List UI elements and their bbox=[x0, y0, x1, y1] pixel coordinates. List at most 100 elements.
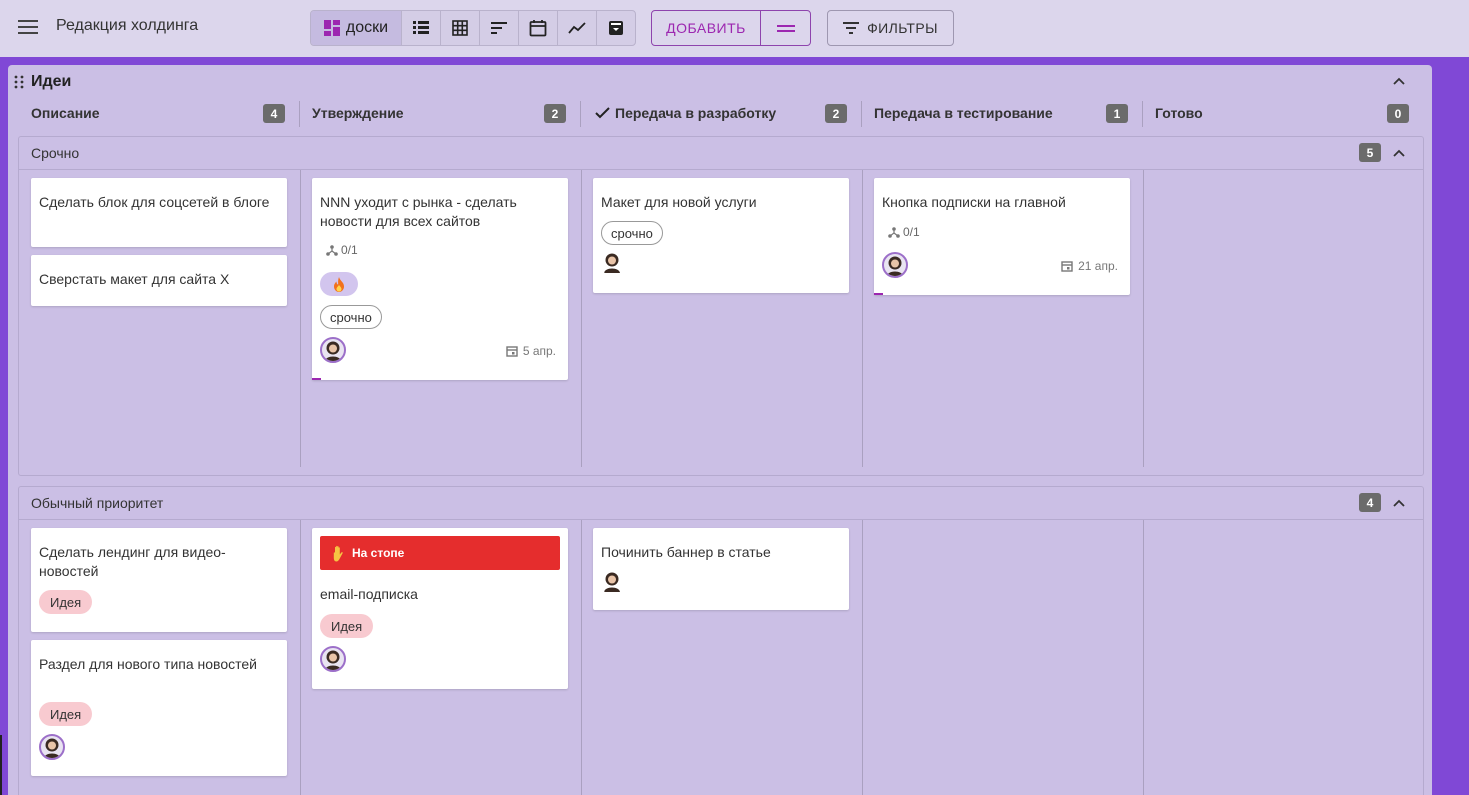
column-header-description[interactable]: Описание bbox=[31, 101, 100, 125]
column-divider bbox=[299, 101, 300, 127]
lane-count: 5 bbox=[1359, 143, 1381, 162]
card-title: NNN уходит с рынка - сделать новости для… bbox=[320, 194, 517, 229]
tag-idea[interactable]: Идея bbox=[320, 614, 374, 638]
avatar-icon bbox=[325, 341, 341, 361]
column-divider bbox=[861, 101, 862, 127]
card-title: Макет для новой услуги bbox=[601, 194, 757, 210]
lane-header[interactable]: Срочно 5 bbox=[19, 137, 1423, 170]
task-card[interactable]: Сделать лендинг для видео-новостей Идея bbox=[31, 528, 287, 632]
chevron-up-icon[interactable] bbox=[1391, 145, 1407, 161]
column-header-development[interactable]: Передача в разработку bbox=[595, 101, 776, 125]
column-count: 2 bbox=[544, 104, 566, 123]
chevron-up-icon[interactable] bbox=[1391, 73, 1407, 89]
assignee-avatar[interactable] bbox=[320, 337, 346, 363]
view-archive-button[interactable] bbox=[596, 11, 635, 45]
avatar-icon bbox=[887, 256, 903, 276]
column-divider bbox=[862, 520, 863, 795]
calendar-icon bbox=[506, 346, 518, 357]
board-header: Идеи bbox=[8, 65, 1432, 99]
due-date-text: 5 апр. bbox=[522, 344, 556, 358]
view-calendar-button[interactable] bbox=[518, 11, 557, 45]
avatar-icon bbox=[44, 738, 60, 758]
column-divider bbox=[300, 170, 301, 467]
card-title: Кнопка подписки на главной bbox=[882, 194, 1066, 210]
task-card[interactable]: Макет для новой услуги срочно bbox=[593, 178, 849, 293]
assignee-avatar[interactable] bbox=[601, 570, 627, 596]
task-card[interactable]: Кнопка подписки на главной 0/1 21 апр. bbox=[874, 178, 1130, 295]
swimlane-urgent: Срочно 5 Сделать блок для соцсетей в бло… bbox=[18, 136, 1424, 476]
view-list-button[interactable] bbox=[401, 11, 440, 45]
column-divider bbox=[862, 170, 863, 467]
column-header-done[interactable]: Готово bbox=[1155, 101, 1203, 125]
column-divider bbox=[1143, 170, 1144, 467]
table-icon bbox=[452, 20, 468, 36]
column-count: 2 bbox=[825, 104, 847, 123]
filter-icon bbox=[843, 22, 860, 34]
calendar-icon bbox=[1061, 261, 1073, 272]
subtask-counter[interactable]: 0/1 bbox=[888, 225, 920, 239]
view-table-button[interactable] bbox=[440, 11, 479, 45]
tag-urgent[interactable]: срочно bbox=[601, 221, 663, 245]
archive-icon bbox=[609, 21, 623, 35]
subtasks-icon bbox=[888, 227, 900, 238]
equals-icon bbox=[776, 24, 795, 27]
task-card[interactable]: Сделать блок для соцсетей в блоге bbox=[31, 178, 287, 247]
column-label: Утверждение bbox=[312, 105, 404, 121]
column-divider bbox=[580, 101, 581, 127]
column-divider bbox=[1143, 520, 1144, 795]
due-date: 5 апр. bbox=[506, 344, 556, 358]
assignee-avatar[interactable] bbox=[601, 251, 627, 277]
column-divider bbox=[1142, 101, 1143, 127]
on-hold-banner: На стопе bbox=[320, 536, 560, 570]
column-label: Передача в разработку bbox=[615, 105, 777, 121]
list-icon bbox=[413, 21, 429, 34]
view-boards-button[interactable]: доски bbox=[311, 11, 401, 45]
column-label: Готово bbox=[1155, 105, 1203, 121]
gantt-icon bbox=[491, 22, 507, 34]
tag-idea[interactable]: Идея bbox=[39, 590, 93, 614]
due-date: 21 апр. bbox=[1061, 259, 1118, 273]
board-title: Идеи bbox=[31, 73, 72, 90]
card-title: Сделать блок для соцсетей в блоге bbox=[39, 194, 270, 210]
view-boards-label: доски bbox=[345, 19, 389, 36]
priority-chip bbox=[320, 272, 358, 296]
boards-icon bbox=[323, 20, 340, 36]
task-card[interactable]: Сверстать макет для сайта Х bbox=[31, 255, 287, 306]
tag-urgent[interactable]: срочно bbox=[320, 305, 382, 329]
assignee-avatar[interactable] bbox=[39, 734, 65, 760]
card-title: Сделать лендинг для видео-новостей bbox=[39, 544, 226, 579]
add-button[interactable]: ДОБАВИТЬ bbox=[652, 11, 760, 45]
assignee-avatar[interactable] bbox=[882, 252, 908, 278]
lane-count: 4 bbox=[1359, 493, 1381, 512]
fire-icon bbox=[334, 276, 344, 292]
view-gantt-button[interactable] bbox=[479, 11, 518, 45]
task-card[interactable]: Починить баннер в статье bbox=[593, 528, 849, 610]
column-count: 0 bbox=[1387, 104, 1409, 123]
add-options-button[interactable] bbox=[760, 11, 810, 45]
subtask-counter[interactable]: 0/1 bbox=[326, 243, 358, 257]
task-card[interactable]: Раздел для нового типа новостей Идея bbox=[31, 640, 287, 776]
lane-header[interactable]: Обычный приоритет 4 bbox=[19, 487, 1423, 520]
subtask-count: 0/1 bbox=[903, 225, 920, 239]
column-divider bbox=[581, 170, 582, 467]
task-card[interactable]: На стопе email-подписка Идея bbox=[312, 528, 568, 689]
window-edge bbox=[0, 735, 2, 795]
tag-idea[interactable]: Идея bbox=[39, 702, 93, 726]
column-header-approval[interactable]: Утверждение bbox=[312, 101, 404, 125]
drag-handle-icon[interactable] bbox=[14, 75, 24, 89]
filters-button[interactable]: ФИЛЬТРЫ bbox=[827, 10, 954, 46]
top-bar: Редакция холдинга доски ДОБАВИТЬ ФИЛЬТРЫ bbox=[0, 0, 1469, 57]
task-card[interactable]: NNN уходит с рынка - сделать новости для… bbox=[312, 178, 568, 380]
assignee-avatar[interactable] bbox=[320, 646, 346, 672]
progress-indicator bbox=[874, 293, 883, 295]
column-count: 4 bbox=[263, 104, 285, 123]
column-count: 1 bbox=[1106, 104, 1128, 123]
chevron-up-icon[interactable] bbox=[1391, 495, 1407, 511]
due-date-text: 21 апр. bbox=[1078, 259, 1118, 273]
view-chart-button[interactable] bbox=[557, 11, 596, 45]
board-panel: Идеи Описание 4 Утверждение 2 Передача в… bbox=[8, 65, 1432, 795]
menu-icon[interactable] bbox=[18, 20, 38, 35]
swimlane-normal: Обычный приоритет 4 Сделать лендинг для … bbox=[18, 486, 1424, 795]
column-divider bbox=[581, 520, 582, 795]
column-header-testing[interactable]: Передача в тестирование bbox=[874, 101, 1053, 125]
